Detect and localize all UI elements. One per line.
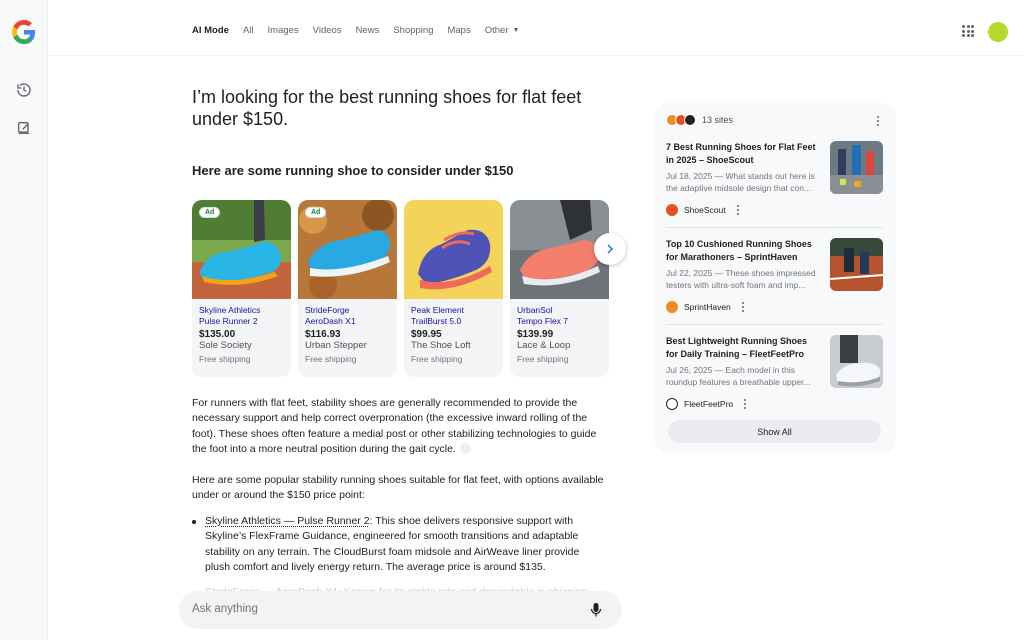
product-card[interactable]: Ad StrideForge AeroDash X1 $116.93 Urban… bbox=[298, 200, 397, 377]
product-shipping: Free shipping bbox=[199, 354, 251, 364]
product-price: $116.93 bbox=[305, 329, 341, 340]
product-model[interactable]: TrailBurst 5.0 bbox=[411, 316, 496, 327]
product-card[interactable]: Peak Element TrailBurst 5.0 $99.95 The S… bbox=[404, 200, 503, 377]
product-seller: Urban Stepper bbox=[305, 340, 367, 351]
product-link[interactable]: Skyline Athletics — Pulse Runner 2 bbox=[205, 515, 370, 527]
product-price: $99.95 bbox=[411, 329, 442, 340]
site-favicon-icon bbox=[666, 204, 678, 216]
bullet-dot bbox=[192, 520, 196, 524]
source-site[interactable]: ShoeScout bbox=[666, 204, 742, 216]
source-site[interactable]: SprintHaven bbox=[666, 301, 747, 313]
source-thumbnail bbox=[830, 238, 883, 291]
apps-grid-icon[interactable] bbox=[962, 25, 974, 37]
source-snippet: Jul 26, 2025 — Each model in this roundu… bbox=[666, 365, 811, 387]
source-title[interactable]: Top 10 Cushioned Running Shoes for Marat… bbox=[666, 238, 821, 263]
source-title[interactable]: 7 Best Running Shoes for Flat Feet in 20… bbox=[666, 141, 821, 166]
product-shipping: Free shipping bbox=[305, 354, 357, 364]
more-options-icon[interactable] bbox=[739, 301, 747, 313]
product-image bbox=[404, 200, 503, 299]
history-icon[interactable] bbox=[14, 80, 34, 100]
ask-input[interactable]: Ask anything bbox=[179, 591, 622, 629]
answer-paragraph-text: For runners with flat feet, stability sh… bbox=[192, 397, 597, 456]
divider bbox=[666, 324, 884, 325]
tab-videos[interactable]: Videos bbox=[313, 25, 342, 36]
product-model[interactable]: Tempo Flex 7 bbox=[517, 316, 602, 327]
source-snippet: Jul 22, 2025 — These shoes impressed tes… bbox=[666, 268, 816, 290]
tab-news[interactable]: News bbox=[356, 25, 380, 36]
source-title[interactable]: Best Lightweight Running Shoes for Daily… bbox=[666, 335, 821, 360]
flag-favicon-icon bbox=[666, 398, 678, 410]
more-options-icon[interactable] bbox=[741, 398, 749, 410]
show-all-button[interactable]: Show All bbox=[668, 420, 881, 443]
sources-count: 13 sites bbox=[702, 115, 734, 125]
left-rail bbox=[0, 0, 48, 640]
product-model[interactable]: AeroDash X1 bbox=[305, 316, 390, 327]
product-brand[interactable]: Skyline Athletics bbox=[199, 305, 284, 316]
product-brand[interactable]: Peak Element bbox=[411, 305, 496, 316]
tab-bar: AI Mode All Images Videos News Shopping … bbox=[192, 25, 533, 36]
source-thumbnail bbox=[830, 141, 883, 194]
product-seller: Sole Society bbox=[199, 340, 252, 351]
sources-panel: 13 sites 7 Best Running Shoes for Flat F… bbox=[654, 103, 896, 453]
tab-images[interactable]: Images bbox=[268, 25, 299, 36]
site-favicon-icon bbox=[666, 301, 678, 313]
product-price: $135.00 bbox=[199, 329, 236, 340]
source-site-name: SprintHaven bbox=[684, 302, 731, 312]
product-seller: The Shoe Loft bbox=[411, 340, 471, 351]
microphone-icon[interactable] bbox=[590, 602, 602, 618]
product-seller: Lace & Loop bbox=[517, 340, 571, 351]
product-brand[interactable]: StrideForge bbox=[305, 305, 390, 316]
product-image: Ad bbox=[192, 200, 291, 299]
tab-other-label: Other bbox=[484, 25, 509, 36]
avatar[interactable] bbox=[988, 22, 1008, 42]
tab-other[interactable]: Other ▼ bbox=[485, 25, 520, 36]
product-model[interactable]: Pulse Runner 2 bbox=[199, 316, 284, 327]
ask-placeholder: Ask anything bbox=[192, 603, 258, 615]
product-shipping: Free shipping bbox=[517, 354, 569, 364]
tab-maps[interactable]: Maps bbox=[447, 25, 470, 36]
list-item: Skyline Athletics — Pulse Runner 2: This… bbox=[192, 514, 604, 576]
more-options-icon[interactable] bbox=[734, 204, 742, 216]
product-carousel: Ad Skyline Athletics Pulse Runner 2 $135… bbox=[192, 200, 612, 378]
product-brand[interactable]: UrbanSol bbox=[517, 305, 602, 316]
product-card[interactable]: Ad Skyline Athletics Pulse Runner 2 $135… bbox=[192, 200, 291, 377]
tab-all[interactable]: All bbox=[243, 25, 254, 36]
chevron-right-icon bbox=[607, 244, 614, 254]
google-logo-icon[interactable] bbox=[12, 20, 36, 44]
caret-down-icon: ▼ bbox=[512, 27, 520, 34]
answer-paragraph: For runners with flat feet, stability sh… bbox=[192, 396, 604, 458]
source-site[interactable]: FleetFeetPro bbox=[666, 398, 749, 410]
product-image: Ad bbox=[298, 200, 397, 299]
product-price: $139.99 bbox=[517, 329, 554, 340]
source-snippet: Jul 18, 2025 — What stands out here is t… bbox=[666, 171, 815, 193]
top-nav: AI Mode All Images Videos News Shopping … bbox=[48, 0, 1024, 56]
site-favicon-icon bbox=[684, 114, 696, 126]
product-card[interactable]: UrbanSol Tempo Flex 7 $139.99 Lace & Loo… bbox=[510, 200, 609, 377]
answer-paragraph: Here are some popular stability running … bbox=[192, 474, 604, 502]
product-shipping: Free shipping bbox=[411, 354, 463, 364]
link-icon[interactable] bbox=[459, 443, 471, 455]
sources-header[interactable]: 13 sites bbox=[666, 113, 733, 127]
source-site-name: FleetFeetPro bbox=[684, 399, 734, 409]
carousel-next-button[interactable] bbox=[594, 233, 626, 265]
tab-ai-mode[interactable]: AI Mode bbox=[192, 25, 229, 36]
new-chat-icon[interactable] bbox=[14, 118, 34, 138]
source-thumbnail bbox=[830, 335, 883, 388]
query-title: I’m looking for the best running shoes f… bbox=[192, 87, 582, 129]
more-options-icon[interactable] bbox=[874, 115, 882, 127]
shoe-section-heading: Here are some running shoe to consider u… bbox=[192, 163, 514, 178]
source-site-name: ShoeScout bbox=[684, 205, 726, 215]
divider bbox=[666, 227, 884, 228]
ad-badge: Ad bbox=[306, 208, 326, 217]
tab-shopping[interactable]: Shopping bbox=[393, 25, 433, 36]
ad-badge: Ad bbox=[200, 208, 220, 217]
